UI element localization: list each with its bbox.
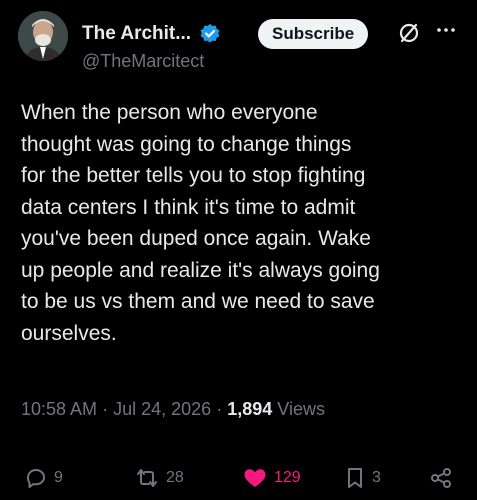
meta-separator: · (216, 399, 223, 419)
verified-badge-icon (199, 23, 221, 45)
repost-button[interactable]: 28 (134, 462, 184, 494)
author-handle[interactable]: @TheMarcitect (82, 51, 204, 72)
avatar[interactable] (18, 11, 68, 61)
tweet-text-line: you've been duped once again. Wake (21, 227, 371, 250)
tweet-text-line: to be us vs them and we need to save (21, 290, 375, 313)
tweet-date[interactable]: Jul 24, 2026 (113, 399, 211, 419)
tweet-meta: 10:58 AM · Jul 24, 2026 · 1,894 Views (21, 399, 325, 420)
subscribe-button[interactable]: Subscribe (258, 19, 369, 49)
share-button[interactable] (428, 462, 454, 494)
author-display-name[interactable]: The Archit... (82, 23, 191, 45)
tweet-text: When the person who everyone thought was… (21, 97, 461, 349)
reply-button[interactable]: 9 (24, 462, 63, 494)
tweet-text-line: for the better tells you to stop fightin… (21, 164, 366, 187)
bookmark-icon (344, 466, 366, 490)
bookmark-count: 3 (372, 469, 381, 486)
grok-icon[interactable] (398, 22, 420, 44)
meta-separator: · (102, 399, 109, 419)
tweet-text-line: up people and realize it's always going (21, 258, 380, 282)
tweet-text-line: ourselves. (21, 321, 117, 345)
reply-icon (24, 466, 48, 490)
repost-icon (134, 466, 160, 490)
like-button[interactable]: 129 (242, 462, 301, 494)
tweet-text-line: data centers I think it's time to admit (21, 195, 356, 219)
tweet-text-line: thought was going to change things (21, 132, 352, 156)
bookmark-button[interactable]: 3 (344, 462, 381, 494)
views-label: Views (277, 399, 325, 419)
like-count: 129 (274, 469, 301, 486)
author-name-row: The Archit... (82, 20, 221, 48)
action-bar: 9 28 129 3 (22, 462, 462, 494)
tweet-time[interactable]: 10:58 AM (21, 399, 97, 419)
tweet-text-line: When the person who everyone (21, 101, 318, 124)
share-icon (428, 466, 454, 490)
heart-icon (242, 466, 268, 490)
more-icon[interactable] (434, 18, 462, 42)
reply-count: 9 (54, 469, 63, 486)
views-count: 1,894 (227, 399, 273, 419)
repost-count: 28 (166, 469, 184, 486)
